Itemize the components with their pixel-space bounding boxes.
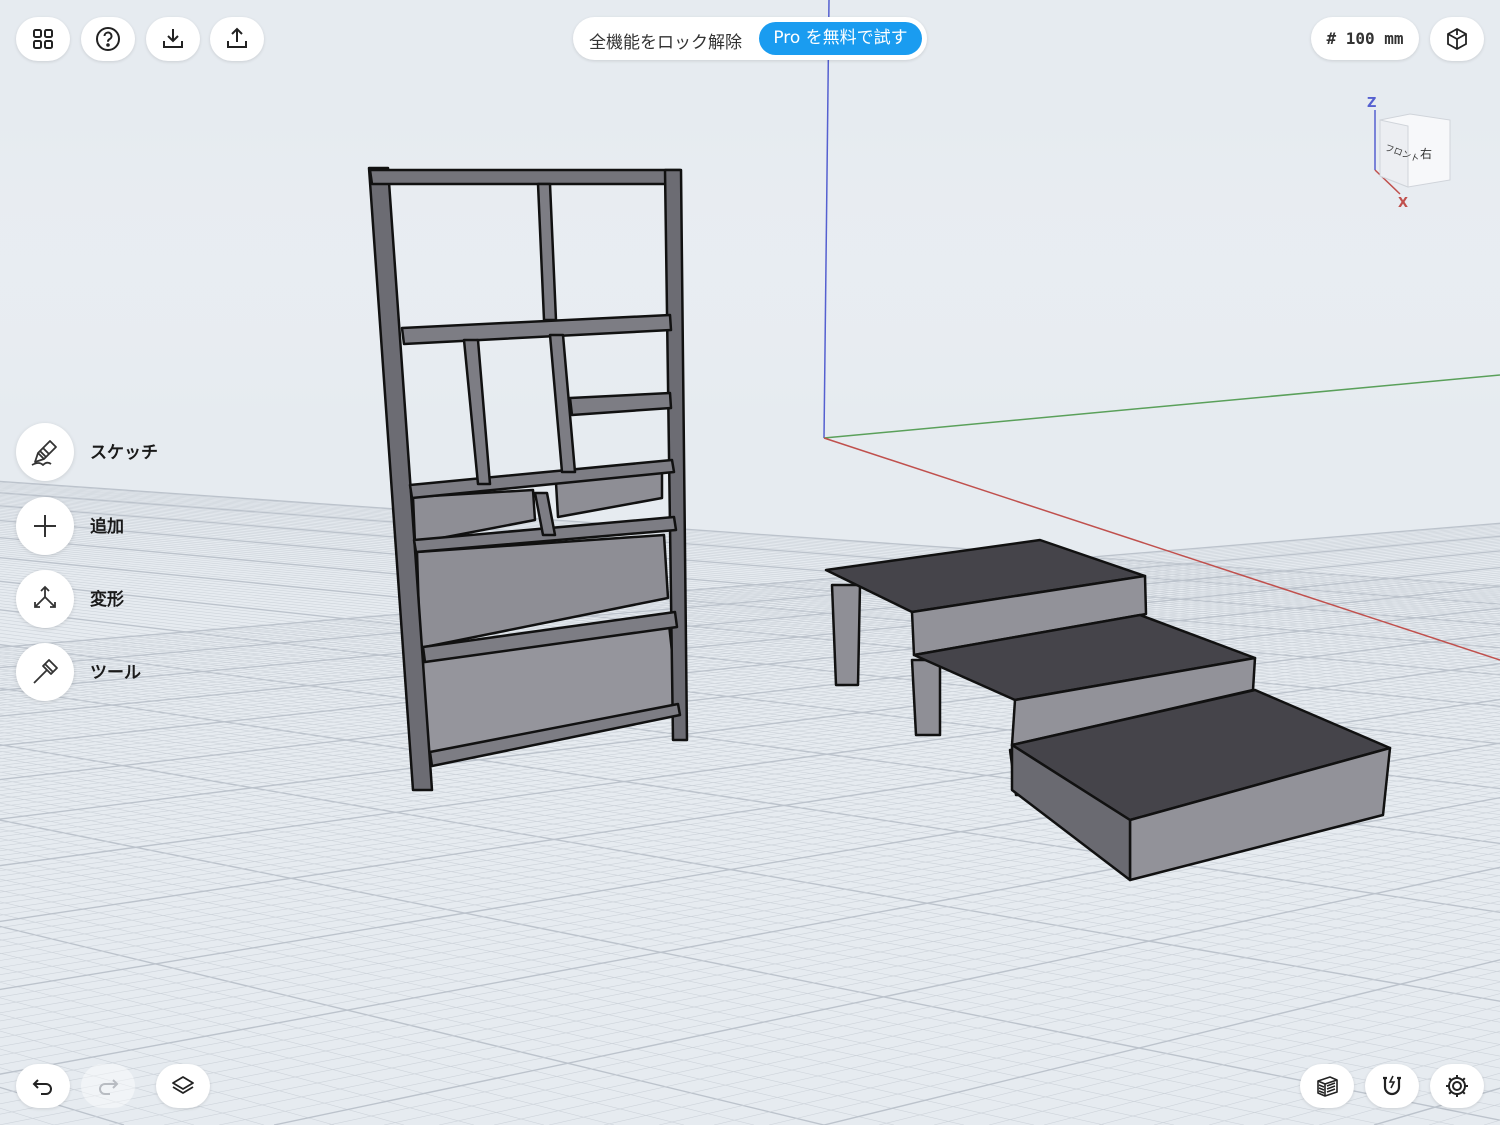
download-icon	[163, 29, 183, 48]
axis-z-label: Z	[1367, 96, 1376, 111]
undo-icon	[32, 1079, 52, 1095]
magnet-icon	[1383, 1075, 1401, 1096]
grid-size-indicator[interactable]: # 100 mm	[1311, 17, 1419, 60]
undo-button[interactable]	[16, 1064, 70, 1108]
unlock-text: 全機能をロック解除	[589, 33, 742, 53]
export-button[interactable]	[210, 17, 264, 61]
view-mode-button[interactable]	[1430, 17, 1484, 61]
tools-button[interactable]	[16, 643, 74, 701]
redo-icon	[99, 1079, 119, 1095]
layers-icon	[172, 1076, 194, 1094]
view-cube-icon[interactable]: Z X フロント 右	[1360, 92, 1460, 212]
grid-menu-button[interactable]	[16, 17, 70, 61]
transform-label: 変形	[90, 590, 124, 610]
axis-x-label: X	[1398, 196, 1408, 211]
hammer-icon	[33, 659, 58, 684]
render-mode-button[interactable]	[1300, 1064, 1354, 1108]
add-tool-button[interactable]	[16, 497, 74, 555]
gear-icon	[1446, 1075, 1468, 1097]
redo-button[interactable]	[81, 1064, 135, 1108]
grid-icon	[33, 29, 53, 49]
help-button[interactable]	[81, 17, 135, 61]
hatched-cube-icon	[1317, 1076, 1338, 1097]
import-button[interactable]	[146, 17, 200, 61]
settings-button[interactable]	[1430, 1064, 1484, 1108]
try-pro-button[interactable]: Pro を無料で試す	[759, 22, 922, 55]
plus-icon	[34, 515, 56, 537]
perspective-cube-icon	[1447, 27, 1467, 51]
add-label: 追加	[90, 517, 124, 537]
pen-icon	[31, 440, 57, 466]
help-icon	[96, 27, 120, 51]
sketch-label: スケッチ	[90, 443, 158, 463]
transform-tool-button[interactable]	[16, 570, 74, 628]
sketch-tool-button[interactable]	[16, 423, 74, 481]
share-icon	[227, 27, 247, 48]
layers-button[interactable]	[156, 1064, 210, 1108]
unlock-pro-banner[interactable]: 全機能をロック解除 Pro を無料で試す	[573, 17, 927, 60]
transform-icon	[34, 585, 56, 608]
3d-viewport[interactable]	[0, 0, 1500, 1125]
snap-button[interactable]	[1365, 1064, 1419, 1108]
cube-face-right[interactable]: 右	[1420, 146, 1432, 161]
tools-label: ツール	[90, 663, 141, 683]
